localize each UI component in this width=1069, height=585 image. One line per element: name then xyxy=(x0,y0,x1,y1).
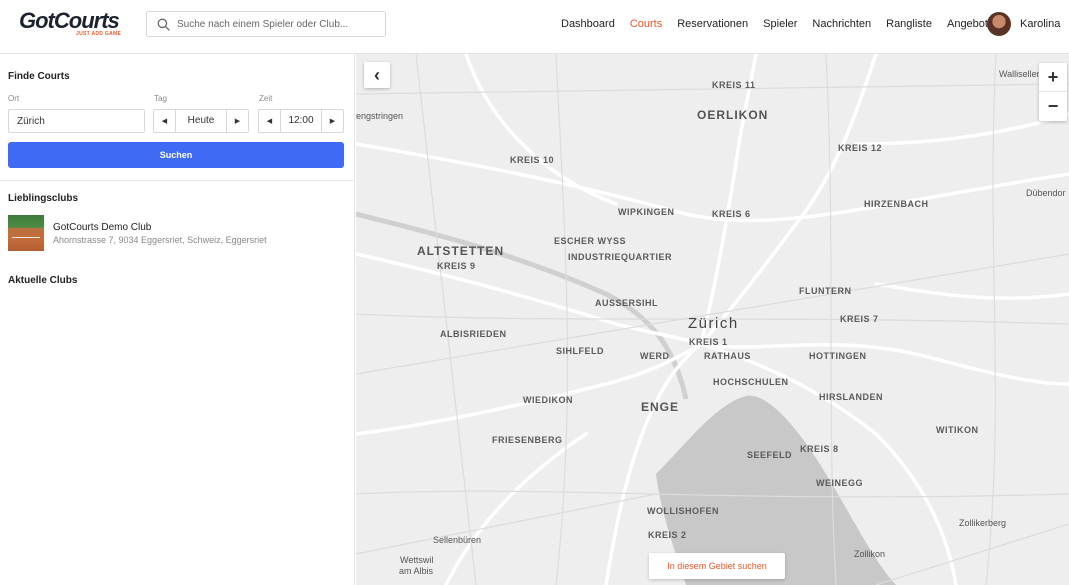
zoom-in-button[interactable]: + xyxy=(1039,63,1067,92)
suchen-button[interactable]: Suchen xyxy=(8,142,344,168)
tag-prev-button[interactable]: ◀ xyxy=(154,110,176,132)
ort-value: Zürich xyxy=(17,116,45,127)
top-header: GotCourts JUST ADD GAME Dashboard Courts… xyxy=(0,0,1069,54)
tag-value: Heute xyxy=(187,115,215,126)
club-address: Ahornstrasse 7, 9034 Eggersriet, Schweiz… xyxy=(53,235,267,245)
map-label-kreis-7: KREIS 7 xyxy=(840,314,879,324)
tag-label: Tag xyxy=(154,94,167,103)
map-label-industriequartier: INDUSTRIEQUARTIER xyxy=(568,252,673,262)
map-label-kreis-10: KREIS 10 xyxy=(510,155,555,165)
map-label-hirzenbach: HIRZENBACH xyxy=(864,199,929,209)
map-label-zollikerberg: Zollikerberg xyxy=(959,518,1007,528)
logo-tagline: JUST ADD GAME xyxy=(76,31,122,37)
nav-reservationen[interactable]: Reservationen xyxy=(677,18,748,30)
user-name: Karolina xyxy=(1020,18,1061,30)
nav-spieler[interactable]: Spieler xyxy=(763,18,797,30)
map-label-am-albis: am Albis xyxy=(399,566,434,576)
map-label-sellenbueren: Sellenbüren xyxy=(433,535,482,545)
zoom-controls: + − xyxy=(1039,63,1067,121)
club-name: GotCourts Demo Club xyxy=(53,222,152,233)
map-label-kreis-11: KREIS 11 xyxy=(712,80,756,90)
map-label-aussersihl: AUSSERSIHL xyxy=(595,298,659,308)
map-label-zollikon: Zollikon xyxy=(854,549,886,559)
map-label-rathaus: RATHAUS xyxy=(704,351,751,361)
map-label-escher-wyss: ESCHER WYSS xyxy=(554,236,627,246)
chevron-left-icon: ‹ xyxy=(374,65,380,85)
map-label-albisrieden: ALBISRIEDEN xyxy=(440,329,507,339)
map-label-kreis-12: KREIS 12 xyxy=(838,143,883,153)
map-label-kreis-6: KREIS 6 xyxy=(712,209,751,219)
player-club-search[interactable] xyxy=(146,11,386,37)
favorites-title: Lieblingsclubs xyxy=(8,193,79,204)
map-label-hottingen: HOTTINGEN xyxy=(809,351,867,361)
map-label-werd: WERD xyxy=(640,351,670,361)
courts-sidebar: Finde Courts Ort Zürich Tag ◀ Heute ▶ Ze… xyxy=(0,54,355,585)
ort-field[interactable]: Zürich xyxy=(8,109,145,133)
search-this-area-button[interactable]: In diesem Gebiet suchen xyxy=(649,553,785,579)
search-icon xyxy=(157,18,170,31)
plus-icon: + xyxy=(1047,66,1059,87)
map-label-kreis-8: KREIS 8 xyxy=(800,444,839,454)
ort-label: Ort xyxy=(8,94,20,103)
nav-nachrichten[interactable]: Nachrichten xyxy=(812,18,871,30)
zeit-label: Zeit xyxy=(259,94,273,103)
main-nav: Dashboard Courts Reservationen Spieler N… xyxy=(561,18,1009,30)
map-label-zuerich: Zürich xyxy=(688,315,739,332)
minus-icon: − xyxy=(1047,96,1059,116)
nav-rangliste[interactable]: Rangliste xyxy=(886,18,932,30)
map-label-wipkingen: WIPKINGEN xyxy=(618,207,675,217)
collapse-sidebar-button[interactable]: ‹ xyxy=(364,62,390,88)
search-input[interactable] xyxy=(177,15,377,33)
user-menu[interactable]: Karolina xyxy=(987,12,1060,36)
map-label-seefeld: SEEFELD xyxy=(747,450,793,460)
map-label-hochschulen: HOCHSCHULEN xyxy=(713,377,789,387)
map-label-weinegg: WEINEGG xyxy=(816,478,864,488)
map-label-wollishofen: WOLLISHOFEN xyxy=(647,506,719,516)
tag-stepper[interactable]: ◀ Heute ▶ xyxy=(153,109,249,133)
map-label-kreis-1: KREIS 1 xyxy=(689,337,728,347)
map-label-kreis-2: KREIS 2 xyxy=(648,530,687,540)
map-view[interactable]: KREIS 11 OERLIKON KREIS 12 Wallisellen e… xyxy=(356,54,1069,585)
map-label-sihlfeld: SIHLFELD xyxy=(556,346,604,356)
zoom-out-button[interactable]: − xyxy=(1039,92,1067,121)
zeit-prev-button[interactable]: ◀ xyxy=(259,110,281,132)
map-label-duebendorf: Dübendor xyxy=(1026,188,1066,198)
map-label-altstetten: ALTSTETTEN xyxy=(417,244,505,258)
map-label-wiedikon: WIEDIKON xyxy=(523,395,573,405)
map-label-hirslanden: HIRSLANDEN xyxy=(819,392,884,402)
tag-next-button[interactable]: ▶ xyxy=(226,110,248,132)
map-label-engstringen: engstringen xyxy=(356,111,404,121)
map-label-fluntern: FLUNTERN xyxy=(799,286,852,296)
map-label-wallisellen: Wallisellen xyxy=(999,69,1042,79)
map-label-wettswil: Wettswil xyxy=(400,555,434,565)
map-label-kreis-9: KREIS 9 xyxy=(437,261,476,271)
logo-wordmark: GotCourts xyxy=(19,8,120,33)
favorite-club-item[interactable]: GotCourts Demo Club Ahornstrasse 7, 9034… xyxy=(8,215,348,251)
find-courts-title: Finde Courts xyxy=(8,71,70,82)
map-label-friesenberg: FRIESENBERG xyxy=(492,435,563,445)
zeit-next-button[interactable]: ▶ xyxy=(321,110,343,132)
zeit-stepper[interactable]: ◀ 12:00 ▶ xyxy=(258,109,344,133)
map-label-witikon: WITIKON xyxy=(936,425,979,435)
zeit-value: 12:00 xyxy=(288,115,314,126)
club-thumbnail xyxy=(8,215,44,251)
nav-dashboard[interactable]: Dashboard xyxy=(561,18,615,30)
gotcourts-logo[interactable]: GotCourts JUST ADD GAME xyxy=(19,9,129,41)
nav-courts[interactable]: Courts xyxy=(630,18,662,30)
map-label-oerlikon: OERLIKON xyxy=(697,108,769,122)
avatar[interactable] xyxy=(987,12,1011,36)
map-label-enge: ENGE xyxy=(641,400,680,414)
current-clubs-title: Aktuelle Clubs xyxy=(8,275,78,286)
section-divider xyxy=(0,180,355,181)
